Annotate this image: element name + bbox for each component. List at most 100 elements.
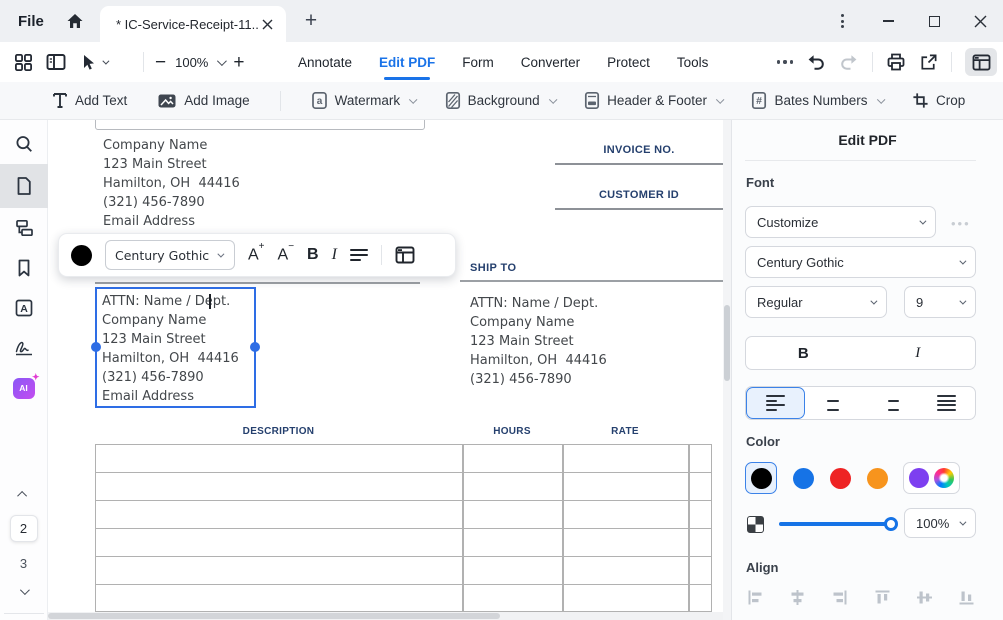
color-orange-swatch[interactable] (867, 468, 888, 489)
tab-form[interactable]: Form (462, 44, 494, 81)
chevron-down-icon (919, 217, 926, 224)
vertical-scrollbar[interactable] (723, 120, 731, 620)
file-menu[interactable]: File (0, 13, 58, 30)
split-view-button[interactable] (46, 53, 66, 71)
italic-button[interactable]: I (861, 337, 976, 369)
menu-kebab-button[interactable] (819, 0, 865, 42)
crop-button[interactable]: Crop (912, 92, 965, 109)
horizontal-scrollbar[interactable] (48, 612, 723, 620)
previous-page-button[interactable] (0, 481, 48, 507)
divider (280, 91, 281, 111)
home-button[interactable] (58, 6, 92, 36)
grid-view-button[interactable] (14, 53, 33, 72)
properties-panel-toggle[interactable] (965, 48, 997, 76)
close-window-button[interactable] (957, 0, 1003, 42)
tab-protect[interactable]: Protect (607, 44, 650, 81)
zoom-out-button[interactable]: − (155, 53, 166, 72)
align-objects-left-icon[interactable] (746, 588, 765, 607)
chevron-down-icon (870, 297, 877, 304)
ai-assistant-button[interactable]: AI✦ (0, 368, 48, 408)
opacity-select[interactable]: 100% (904, 508, 976, 538)
align-objects-top-icon[interactable] (873, 588, 892, 607)
opacity-slider-handle[interactable] (884, 517, 898, 531)
text-color-swatch[interactable] (71, 245, 92, 266)
table-column-line (688, 445, 690, 611)
tab-tools[interactable]: Tools (677, 44, 709, 81)
align-objects-center-h-icon[interactable] (788, 588, 807, 607)
color-purple-swatch[interactable] (909, 468, 929, 488)
align-objects-bottom-icon[interactable] (957, 588, 976, 607)
resize-handle-right[interactable] (250, 342, 260, 352)
new-tab-button[interactable]: + (298, 8, 324, 34)
ship-to-label: SHIP TO (470, 262, 516, 274)
tab-converter[interactable]: Converter (521, 44, 580, 81)
undo-button[interactable] (806, 53, 826, 71)
chevron-down-icon (959, 257, 966, 264)
color-picker-swatch[interactable] (934, 468, 954, 488)
minimize-button[interactable] (865, 0, 911, 42)
thumbnail-panel-button[interactable] (0, 208, 48, 248)
selected-text-box[interactable]: ATTN: Name / Dept. Company Name 123 Main… (95, 287, 256, 408)
font-size-select[interactable]: 9 (904, 286, 976, 318)
invoice-table[interactable] (95, 444, 712, 612)
align-left-button[interactable] (746, 387, 805, 419)
zoom-in-button[interactable]: + (233, 53, 244, 72)
background-button[interactable]: Background (445, 91, 555, 110)
text-box-icon: A (14, 298, 34, 318)
tab-edit-pdf[interactable]: Edit PDF (379, 44, 435, 81)
bates-numbers-button[interactable]: # Bates Numbers (751, 91, 882, 110)
search-button[interactable] (0, 124, 48, 164)
add-image-button[interactable]: Add Image (157, 92, 249, 110)
align-right-button[interactable] (862, 387, 919, 419)
text-align-button[interactable] (350, 249, 368, 262)
watermark-button[interactable]: a Watermark (311, 91, 415, 110)
opacity-slider[interactable] (779, 522, 891, 526)
font-more-options[interactable]: ••• (951, 216, 971, 231)
opacity-icon (747, 516, 764, 533)
align-objects-right-icon[interactable] (830, 588, 849, 607)
company-address-block[interactable]: Company Name 123 Main Street Hamilton, O… (103, 136, 240, 231)
color-black-selected[interactable] (745, 462, 777, 494)
bookmarks-panel-button[interactable] (0, 248, 48, 288)
decrease-font-button[interactable]: A− (278, 245, 295, 264)
increase-font-button[interactable]: A+ (248, 245, 265, 264)
resize-handle-left[interactable] (91, 342, 101, 352)
properties-button[interactable] (395, 246, 415, 264)
text-recognition-panel-button[interactable]: A (0, 288, 48, 328)
textbox-outline[interactable] (95, 120, 425, 130)
share-export-button[interactable] (919, 53, 938, 72)
more-options-button[interactable] (777, 60, 793, 63)
add-text-button[interactable]: Add Text (52, 92, 127, 109)
print-button[interactable] (886, 52, 906, 72)
align-justify-button[interactable] (918, 387, 975, 419)
italic-button[interactable]: I (332, 246, 337, 264)
tab-close-button[interactable] (258, 15, 276, 33)
ship-to-address-block[interactable]: ATTN: Name / Dept. Company Name 123 Main… (470, 294, 607, 389)
next-page-button[interactable] (0, 579, 48, 603)
font-family-select[interactable]: Century Gothic (745, 246, 976, 278)
bold-button[interactable]: B (307, 246, 319, 264)
maximize-button[interactable] (911, 0, 957, 42)
color-red-swatch[interactable] (830, 468, 851, 489)
vertical-scrollbar-thumb[interactable] (724, 305, 730, 381)
font-style-select[interactable]: Regular (745, 286, 887, 318)
current-page-indicator[interactable]: 2 (10, 515, 38, 542)
font-family-select[interactable]: Century Gothic (105, 240, 235, 270)
bold-button[interactable]: B (746, 337, 861, 369)
horizontal-scrollbar-thumb[interactable] (48, 613, 500, 619)
document-tab[interactable]: * IC-Service-Receipt-11... (100, 6, 286, 42)
zoom-dropdown-chevron-icon[interactable] (217, 56, 227, 66)
signature-panel-button[interactable] (0, 328, 48, 368)
text-align-bar (745, 386, 976, 420)
next-page-number[interactable]: 3 (20, 556, 27, 571)
document-canvas[interactable]: Company Name 123 Main Street Hamilton, O… (48, 120, 723, 620)
select-tool-button[interactable] (79, 53, 107, 71)
tab-annotate[interactable]: Annotate (298, 44, 352, 81)
align-center-button[interactable] (805, 387, 862, 419)
color-blue-swatch[interactable] (793, 468, 814, 489)
header-footer-button[interactable]: Header & Footer (584, 91, 721, 110)
font-mode-select[interactable]: Customize (745, 206, 936, 238)
align-objects-middle-v-icon[interactable] (915, 588, 934, 607)
page-panel-button[interactable] (0, 164, 48, 208)
redo-button[interactable] (839, 53, 859, 71)
